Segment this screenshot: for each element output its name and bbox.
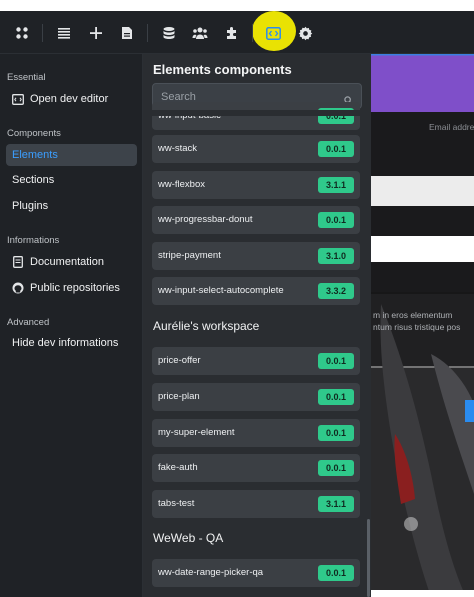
window-top-strip (0, 0, 474, 11)
version-badge: 0.0.1 (318, 353, 354, 369)
component-name: tabs-test (158, 498, 195, 509)
version-badge: 3.3.2 (318, 283, 354, 299)
version-badge: 0.0.1 (318, 212, 354, 228)
component-item[interactable]: tabs-test 3.1.1 (152, 490, 360, 518)
version-badge: 0.0.1 (318, 565, 354, 581)
toolbar-divider (252, 24, 253, 42)
component-item[interactable]: my-super-element 0.0.1 (152, 419, 360, 447)
sidebar-item-plugins[interactable]: Plugins (6, 195, 137, 217)
panel-title: Elements components (153, 62, 292, 77)
version-badge: 0.0.1 (318, 141, 354, 157)
component-item[interactable]: fake-auth 0.0.1 (152, 454, 360, 482)
page-canvas-preview: Email addre m in eros elementum ntum ris… (371, 54, 474, 597)
component-item[interactable]: ww-input-basic 0.0.1 (152, 102, 360, 130)
puzzle-icon[interactable] (219, 20, 245, 46)
component-item[interactable]: price-plan 0.0.1 (152, 383, 360, 411)
version-badge: 3.1.0 (318, 248, 354, 264)
section-title-informations: Informations (7, 235, 60, 246)
toolbar-divider (42, 24, 43, 42)
component-name: stripe-payment (158, 250, 221, 261)
sidebar-item-label: Open dev editor (30, 93, 109, 105)
component-item[interactable]: ww-input-select-autocomplete 3.3.2 (152, 277, 360, 305)
gear-icon[interactable] (292, 20, 318, 46)
component-name: ww-date-range-picker-qa (158, 567, 264, 578)
sidebar-item-documentation[interactable]: Documentation (6, 251, 137, 273)
sidebar-item-elements[interactable]: Elements (6, 144, 137, 166)
dev-editor-icon (12, 93, 24, 105)
sidebar-item-sections[interactable]: Sections (6, 169, 137, 191)
top-toolbar (0, 11, 474, 54)
version-badge: 0.0.1 (318, 460, 354, 476)
group-title-weweb-qa: WeWeb - QA (153, 531, 224, 545)
component-name: ww-input-select-autocomplete (158, 285, 284, 296)
sidebar-item-label: Sections (12, 174, 55, 186)
component-item[interactable]: ww-stack 0.0.1 (152, 135, 360, 163)
sidebar-item-label: Elements (12, 149, 58, 161)
sidebar-item-label: Public repositories (30, 282, 120, 294)
database-icon[interactable] (156, 20, 182, 46)
sidebar-item-hide-dev-informations[interactable]: Hide dev informations (6, 332, 137, 354)
sidebar-item-open-dev-editor[interactable]: Open dev editor (6, 88, 137, 110)
version-badge: 0.0.1 (318, 389, 354, 405)
users-icon[interactable] (187, 20, 213, 46)
elements-panel: Elements components ww-input-basic 0.0.1… (143, 54, 371, 597)
component-name: ww-flexbox (158, 179, 205, 190)
version-badge: 3.1.1 (318, 177, 354, 193)
group-title-workspace: Aurélie's workspace (153, 319, 260, 333)
component-name: fake-auth (158, 462, 198, 473)
panel-scrollbar[interactable] (367, 519, 370, 597)
section-title-advanced: Advanced (7, 317, 50, 328)
canvas-text-line: ntum risus tristique pos (373, 322, 461, 332)
canvas-text-line: m in eros elementum (373, 310, 453, 320)
toolbar-divider (147, 24, 148, 42)
document-icon (12, 256, 24, 268)
dev-sidebar: Essential Open dev editor Components Ele… (0, 54, 143, 597)
component-item[interactable]: price-offer 0.0.1 (152, 347, 360, 375)
component-name: ww-progressbar-donut (158, 214, 253, 225)
apps-icon[interactable] (9, 20, 35, 46)
sidebar-item-label: Plugins (12, 200, 49, 212)
version-badge: 3.1.1 (318, 496, 354, 512)
section-title-essential: Essential (7, 72, 46, 83)
component-name: ww-stack (158, 143, 198, 154)
scroll-mask (143, 110, 371, 116)
component-item[interactable]: ww-progressbar-donut 0.0.1 (152, 206, 360, 234)
section-title-components: Components (7, 128, 61, 139)
component-name: price-offer (158, 355, 201, 366)
page-icon[interactable] (114, 20, 140, 46)
app-root: Essential Open dev editor Components Ele… (0, 0, 474, 597)
code-icon[interactable] (260, 20, 286, 46)
component-name: my-super-element (158, 427, 235, 438)
github-icon (12, 282, 24, 294)
component-item[interactable]: ww-flexbox 3.1.1 (152, 171, 360, 199)
component-item[interactable]: stripe-payment 3.1.0 (152, 242, 360, 270)
sidebar-item-label: Hide dev informations (12, 337, 119, 349)
list-icon[interactable] (51, 20, 77, 46)
plus-icon[interactable] (83, 20, 109, 46)
sidebar-item-label: Documentation (30, 256, 104, 268)
version-badge: 0.0.1 (318, 425, 354, 441)
component-name: price-plan (158, 391, 200, 402)
sidebar-item-public-repositories[interactable]: Public repositories (6, 277, 137, 299)
canvas-email-label: Email addre (429, 122, 474, 132)
component-item[interactable]: ww-date-range-picker-qa 0.0.1 (152, 559, 360, 587)
